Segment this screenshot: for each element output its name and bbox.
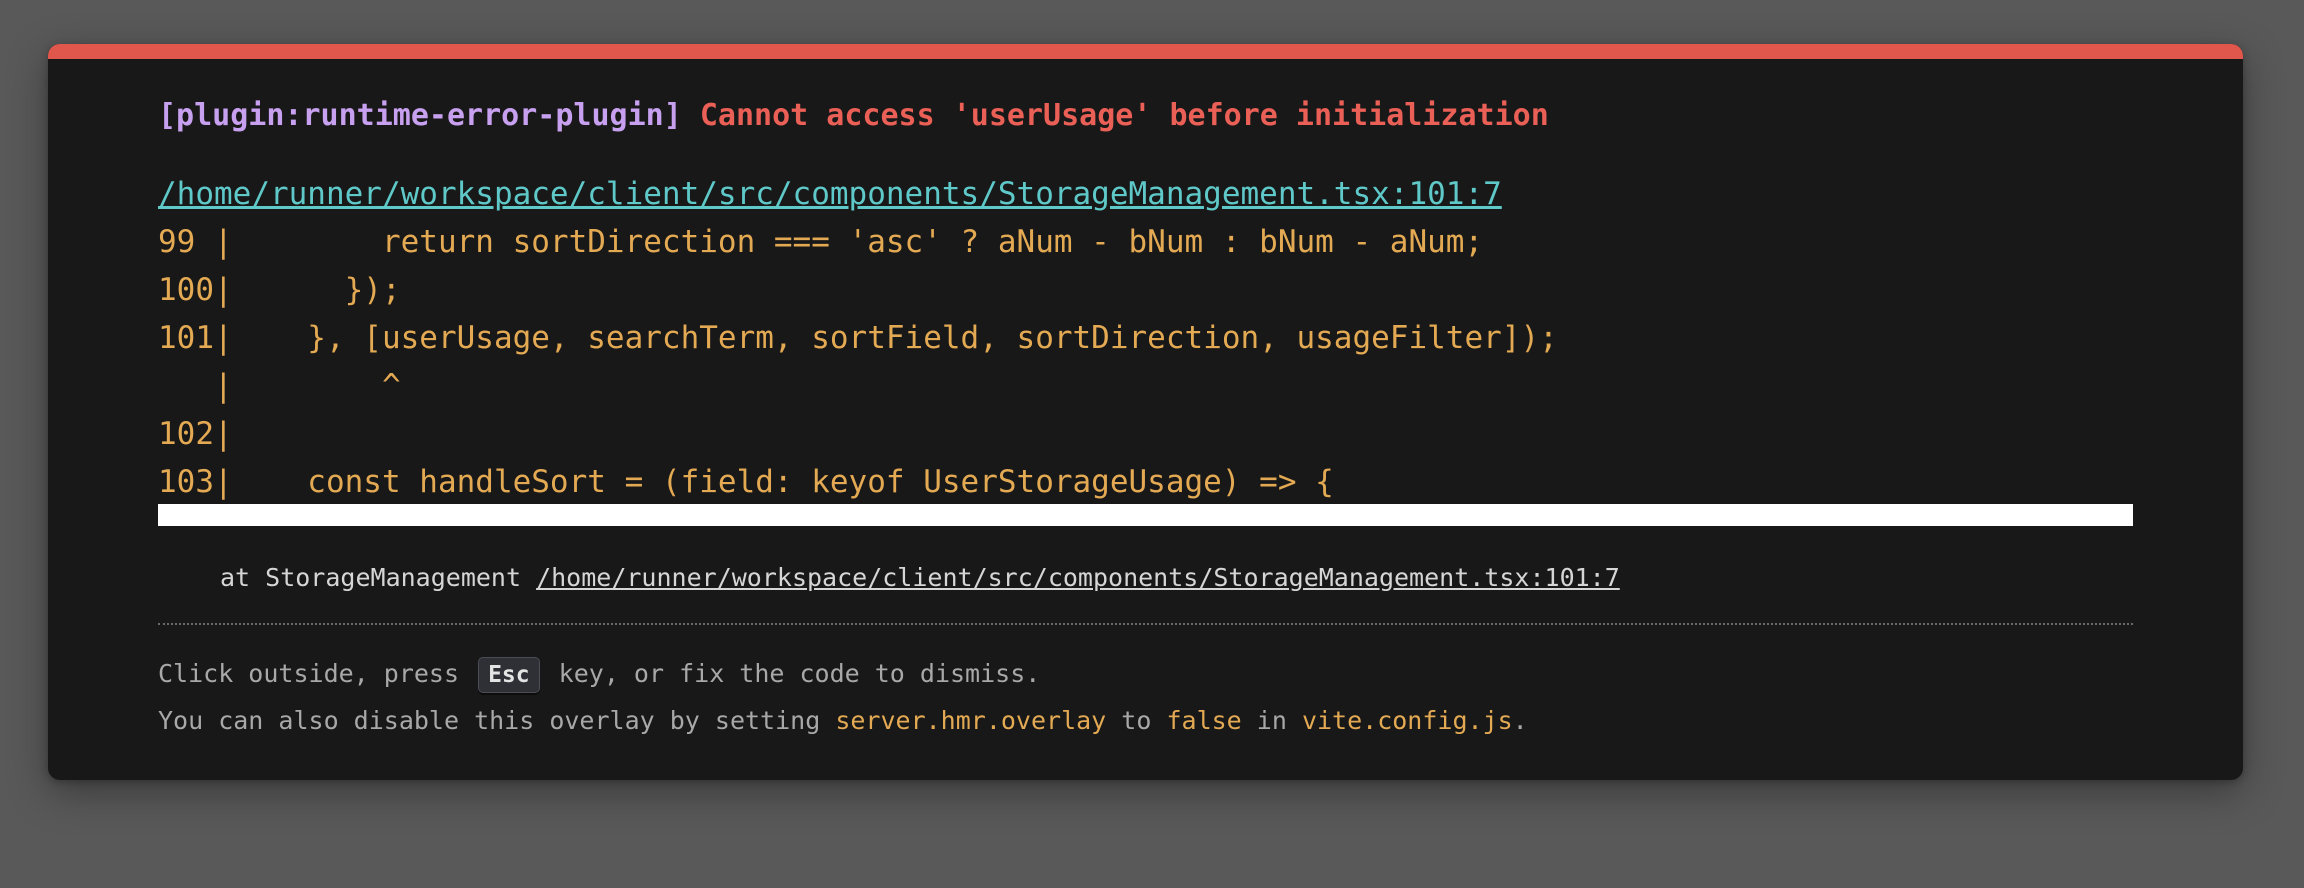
disable-overlay-tip: You can also disable this overlay by set… — [158, 703, 1528, 739]
setting-value: false — [1166, 706, 1242, 735]
disable-tip-end: . — [1512, 706, 1528, 735]
error-file-link[interactable]: /home/runner/workspace/client/src/compon… — [158, 174, 1502, 214]
error-accent-border — [48, 44, 2243, 59]
disable-tip-pre: You can also disable this overlay by set… — [158, 706, 836, 735]
error-plugin-name: [plugin:runtime-error-plugin] — [158, 98, 682, 133]
disable-tip-mid1: to — [1106, 706, 1167, 735]
error-message: [plugin:runtime-error-plugin] Cannot acc… — [158, 96, 1549, 136]
tip-divider — [158, 623, 2133, 625]
code-frame-caret-line: | ^ — [158, 368, 401, 404]
error-overlay: [plugin:runtime-error-plugin] Cannot acc… — [48, 44, 2243, 780]
dismiss-tip: Click outside, press Esc key, or fix the… — [158, 656, 1040, 693]
esc-key: Esc — [478, 657, 540, 693]
code-frame-line: 100| }); — [158, 272, 401, 308]
config-file-name: vite.config.js — [1301, 706, 1513, 735]
code-frame: 99 | return sortDirection === 'asc' ? aN… — [158, 218, 2133, 506]
code-frame-line: 102| — [158, 416, 233, 452]
hmr-overlay-setting: server.hmr.overlay — [835, 706, 1107, 735]
disable-tip-mid2: in — [1241, 706, 1302, 735]
stack-trace: at StorageManagement /home/runner/worksp… — [220, 560, 1620, 596]
code-frame-line: 99 | return sortDirection === 'asc' ? aN… — [158, 224, 1484, 260]
code-frame-line: 103| const handleSort = (field: keyof Us… — [158, 464, 1334, 500]
dismiss-tip-post: key, or fix the code to dismiss. — [543, 659, 1041, 688]
stack-trace-prefix: at StorageManagement — [220, 563, 537, 592]
dismiss-tip-pre: Click outside, press — [158, 659, 475, 688]
stack-trace-link[interactable]: /home/runner/workspace/client/src/compon… — [536, 563, 1620, 592]
code-frame-scrollbar[interactable] — [158, 504, 2133, 526]
error-message-text: Cannot access 'userUsage' before initial… — [699, 98, 1549, 133]
code-frame-line: 101| }, [userUsage, searchTerm, sortFiel… — [158, 320, 1558, 356]
